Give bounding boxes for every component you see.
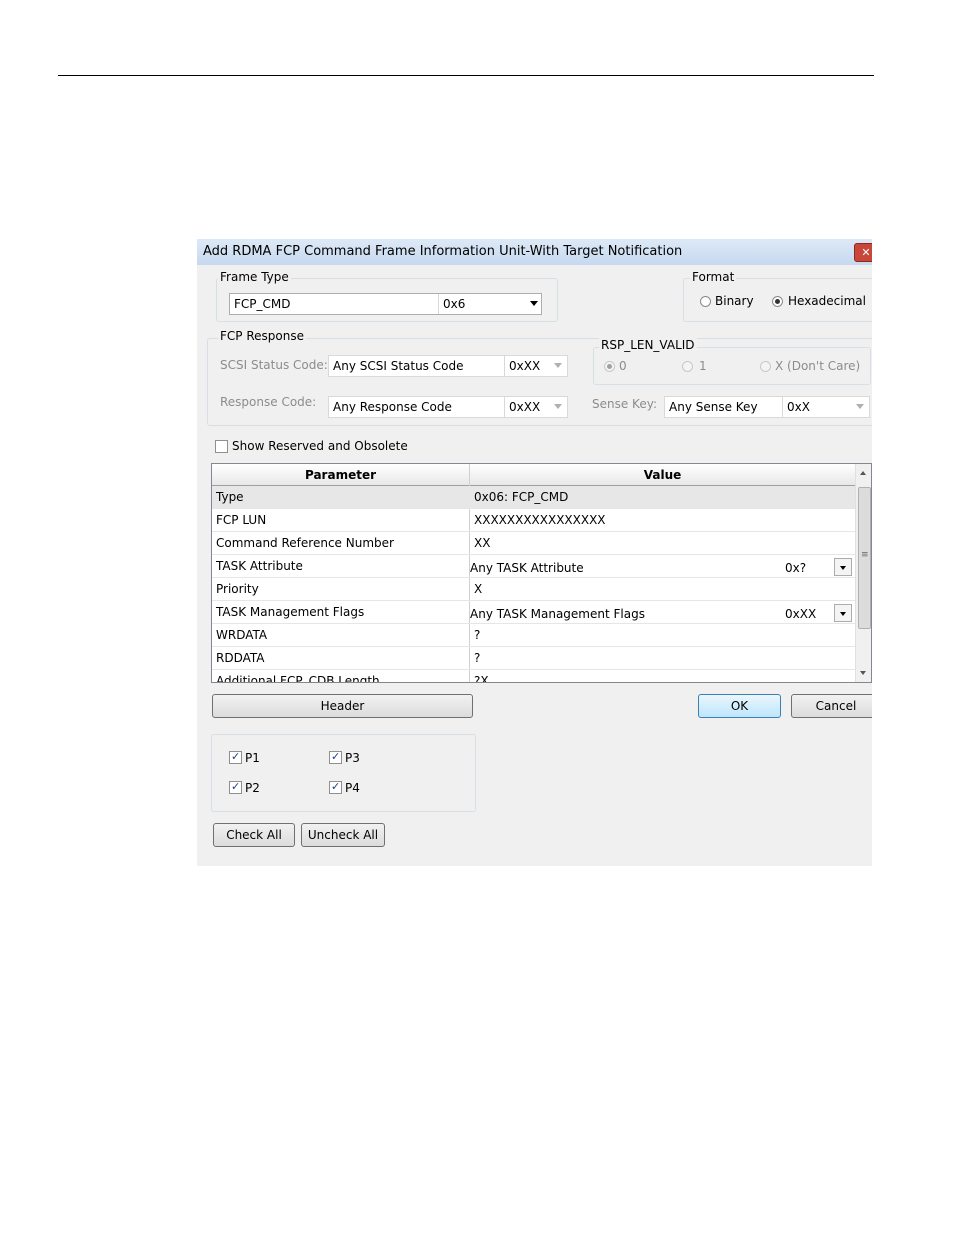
table-row[interactable]: TASK Management Flags Any TASK Managemen… (212, 601, 855, 624)
table-row[interactable]: TASK Attribute Any TASK Attribute 0x? (212, 555, 855, 578)
vertical-scrollbar[interactable]: ≡ (855, 464, 871, 682)
sense-key-hex: 0xX (787, 400, 810, 414)
scsi-status-hex: 0xXX (509, 359, 541, 373)
combo-separator (782, 397, 783, 417)
table-row[interactable]: Command Reference Number XX (212, 532, 855, 555)
ok-button[interactable]: OK (698, 694, 781, 718)
sense-key-label: Sense Key: (592, 397, 657, 411)
column-header-parameter[interactable]: Parameter (212, 464, 469, 486)
response-code-combo[interactable]: Any Response Code 0xXX (328, 396, 568, 418)
format-binary-label[interactable]: Binary (715, 294, 754, 308)
format-hexadecimal-label[interactable]: Hexadecimal (788, 294, 866, 308)
combo-separator (504, 356, 505, 376)
port-p4-checkbox[interactable] (329, 780, 342, 794)
table-row[interactable]: FCP LUN XXXXXXXXXXXXXXXX (212, 509, 855, 532)
show-reserved-checkbox[interactable] (215, 440, 228, 453)
frame-type-hex: 0x6 (443, 297, 466, 311)
scsi-status-value: Any SCSI Status Code (333, 359, 464, 373)
format-binary-radio[interactable] (700, 296, 711, 307)
param-cell: Type (216, 490, 244, 504)
format-hexadecimal-radio[interactable] (772, 296, 783, 307)
rsp-len-valid-label: RSP_LEN_VALID (599, 338, 697, 352)
value-dropdown-text[interactable]: Any TASK Management Flags (470, 607, 645, 621)
cancel-button[interactable]: Cancel (791, 694, 872, 718)
fcp-response-label: FCP Response (218, 329, 306, 343)
value-cell: XXXXXXXXXXXXXXXX (474, 513, 606, 527)
frame-type-combo[interactable]: FCP_CMD 0x6 (229, 293, 542, 315)
response-code-label: Response Code: (220, 395, 317, 409)
chevron-down-icon[interactable] (554, 404, 562, 409)
chevron-down-icon[interactable] (834, 558, 852, 576)
param-cell: FCP LUN (216, 513, 267, 527)
chevron-down-icon[interactable] (834, 604, 852, 622)
close-button[interactable]: ✕ (854, 243, 872, 262)
rsp-len-valid-1-label[interactable]: 1 (699, 359, 707, 373)
page-rule (58, 75, 874, 76)
header-button[interactable]: Header (212, 694, 473, 718)
sense-key-value: Any Sense Key (669, 400, 758, 414)
table-row[interactable]: Priority X (212, 578, 855, 601)
check-all-button[interactable]: Check All (213, 823, 295, 847)
port-p3-label[interactable]: P3 (345, 751, 360, 765)
format-label: Format (690, 270, 737, 284)
table-row[interactable]: Additional FCP_CDB Length ?X (212, 670, 855, 683)
response-code-value: Any Response Code (333, 400, 452, 414)
rsp-len-valid-1-radio[interactable] (682, 361, 693, 372)
frame-type-label: Frame Type (218, 270, 291, 284)
scsi-status-label: SCSI Status Code: (220, 358, 328, 372)
param-cell: TASK Management Flags (216, 605, 365, 619)
value-cell: ? (474, 651, 481, 665)
table-row[interactable]: WRDATA ? (212, 624, 855, 647)
table-row[interactable]: Type 0x06: FCP_CMD (212, 486, 855, 509)
rsp-len-valid-0-label[interactable]: 0 (619, 359, 627, 373)
scsi-status-combo[interactable]: Any SCSI Status Code 0xXX (328, 355, 568, 377)
rsp-len-valid-0-radio[interactable] (604, 361, 615, 372)
frame-type-value: FCP_CMD (234, 297, 291, 311)
close-icon: ✕ (861, 246, 871, 259)
uncheck-all-button[interactable]: Uncheck All (301, 823, 385, 847)
show-reserved-label[interactable]: Show Reserved and Obsolete (232, 439, 408, 453)
port-p2-label[interactable]: P2 (245, 781, 260, 795)
port-p4-label[interactable]: P4 (345, 781, 360, 795)
value-dropdown-hex: 0x? (785, 561, 807, 575)
response-code-hex: 0xXX (509, 400, 541, 414)
chevron-down-icon[interactable] (554, 363, 562, 368)
rsp-len-valid-x-label[interactable]: X (Don't Care) (775, 359, 860, 373)
dialog-title: Add RDMA FCP Command Frame Information U… (203, 244, 683, 259)
title-bar[interactable]: Add RDMA FCP Command Frame Information U… (197, 239, 872, 265)
value-cell: XX (474, 536, 491, 550)
rsp-len-valid-x-radio[interactable] (760, 361, 771, 372)
ports-group (211, 734, 476, 812)
port-p3-checkbox[interactable] (329, 750, 342, 764)
value-cell: 0x06: FCP_CMD (474, 490, 569, 504)
port-p1-checkbox[interactable] (229, 750, 242, 764)
param-cell: Command Reference Number (216, 536, 394, 550)
param-cell: Priority (216, 582, 259, 596)
table-row[interactable]: RDDATA ? (212, 647, 855, 670)
dialog-window: Add RDMA FCP Command Frame Information U… (197, 239, 872, 866)
chevron-down-icon[interactable] (530, 301, 538, 306)
port-p1-label[interactable]: P1 (245, 751, 260, 765)
column-header-value[interactable]: Value (470, 464, 855, 486)
scroll-down-icon[interactable] (860, 671, 866, 675)
param-cell: Additional FCP_CDB Length (216, 674, 380, 683)
grip-icon: ≡ (861, 550, 869, 560)
param-cell: RDDATA (216, 651, 265, 665)
combo-separator (438, 294, 439, 314)
combo-separator (504, 397, 505, 417)
value-cell: ? (474, 628, 481, 642)
sense-key-combo[interactable]: Any Sense Key 0xX (664, 396, 870, 418)
chevron-down-icon[interactable] (856, 404, 864, 409)
scroll-up-icon[interactable] (860, 471, 866, 475)
param-cell: WRDATA (216, 628, 268, 642)
value-dropdown-text[interactable]: Any TASK Attribute (470, 561, 584, 575)
scroll-thumb[interactable]: ≡ (858, 487, 871, 629)
value-cell: X (474, 582, 483, 596)
value-dropdown-hex: 0xXX (785, 607, 817, 621)
param-cell: TASK Attribute (216, 559, 303, 573)
parameter-table: Parameter Value Type 0x06: FCP_CMD FCP L… (211, 463, 872, 683)
port-p2-checkbox[interactable] (229, 780, 242, 794)
value-cell: ?X (474, 674, 489, 683)
